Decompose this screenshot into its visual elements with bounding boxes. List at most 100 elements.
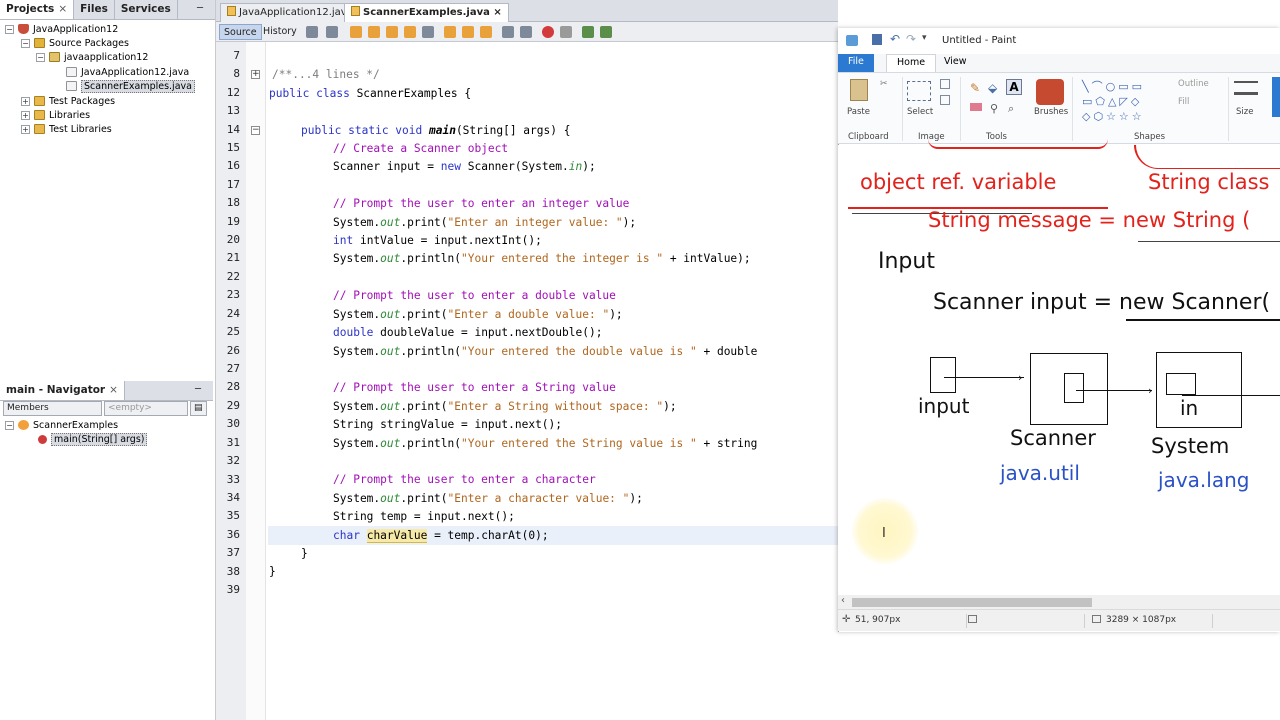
tab-file[interactable]: File bbox=[838, 54, 874, 72]
brushes-icon[interactable] bbox=[1036, 79, 1064, 105]
source-button[interactable]: Source bbox=[219, 24, 262, 40]
code-line[interactable]: // Prompt the user to enter a String val… bbox=[333, 379, 616, 397]
tree-item-test-packages[interactable]: + Test Packages bbox=[21, 94, 115, 108]
navigator-filter-select[interactable]: Members bbox=[3, 401, 102, 416]
next-bookmark-icon[interactable] bbox=[462, 26, 474, 38]
code-line[interactable]: // Prompt the user to enter an integer v… bbox=[333, 195, 629, 213]
collapse-icon[interactable]: − bbox=[21, 38, 30, 48]
code-line[interactable]: double doubleValue = input.nextDouble(); bbox=[333, 324, 602, 342]
code-line[interactable]: public static void main(String[] args) { bbox=[301, 122, 570, 140]
toggle-bookmark-icon[interactable] bbox=[480, 26, 492, 38]
tab-files[interactable]: Files bbox=[74, 0, 115, 19]
scrollbar-thumb[interactable] bbox=[852, 598, 1092, 607]
code-line[interactable]: System.out.println("Your entered the dou… bbox=[333, 343, 757, 361]
code-line[interactable]: System.out.print("Enter a double value: … bbox=[333, 306, 623, 324]
pencil-icon[interactable]: ✎ bbox=[970, 81, 980, 95]
magnifier-icon[interactable]: ⌕ bbox=[1008, 102, 1014, 116]
size-button[interactable]: Size bbox=[1236, 107, 1253, 117]
code-line[interactable]: } bbox=[269, 563, 276, 581]
expand-icon[interactable]: + bbox=[21, 124, 30, 134]
code-line[interactable]: // Prompt the user to enter a character bbox=[333, 471, 596, 489]
collapse-fold-icon[interactable]: − bbox=[251, 126, 260, 135]
collapse-icon[interactable]: − bbox=[36, 52, 45, 62]
tab-services[interactable]: Services bbox=[115, 0, 178, 19]
fill-button[interactable]: Fill bbox=[1178, 97, 1189, 107]
cut-icon[interactable]: ✂ bbox=[880, 79, 888, 89]
navigator-empty-select[interactable]: <empty> bbox=[104, 401, 188, 416]
undo-icon[interactable]: ↶ bbox=[890, 32, 900, 46]
shift-left-icon[interactable] bbox=[502, 26, 514, 38]
uncomment-icon[interactable] bbox=[600, 26, 612, 38]
crop-icon[interactable] bbox=[940, 79, 950, 89]
comment-icon[interactable] bbox=[582, 26, 594, 38]
color-swatch-icon[interactable] bbox=[1272, 77, 1280, 117]
select-button[interactable]: Select bbox=[907, 107, 933, 117]
save-icon[interactable] bbox=[872, 34, 882, 45]
collapse-icon[interactable]: − bbox=[5, 24, 14, 34]
history-button[interactable]: History bbox=[259, 24, 301, 40]
code-line[interactable]: Scanner input = new Scanner(System.in); bbox=[333, 158, 596, 176]
tree-item-project[interactable]: − JavaApplication12 bbox=[5, 22, 118, 36]
panel-minimize-icon[interactable]: ─ bbox=[197, 3, 209, 14]
quick-access-dropdown-icon[interactable]: ▾ bbox=[922, 33, 927, 43]
eraser-icon[interactable] bbox=[970, 103, 982, 111]
navigator-options-icon[interactable]: ▤ bbox=[190, 401, 207, 416]
previous-bookmark-icon[interactable] bbox=[444, 26, 456, 38]
resize-icon[interactable] bbox=[940, 95, 950, 105]
panel-minimize-icon[interactable]: ─ bbox=[195, 384, 207, 395]
code-line[interactable]: } bbox=[301, 545, 308, 563]
tree-item-test-libraries[interactable]: + Test Libraries bbox=[21, 122, 112, 136]
code-line[interactable]: String temp = input.next(); bbox=[333, 508, 515, 526]
text-tool-icon[interactable]: A bbox=[1006, 79, 1022, 95]
redo-icon[interactable]: ↷ bbox=[906, 32, 916, 46]
color-picker-icon[interactable]: ⚲ bbox=[990, 102, 998, 115]
size-icon[interactable] bbox=[1234, 81, 1258, 95]
close-icon[interactable]: × bbox=[58, 3, 67, 15]
stop-macro-icon[interactable] bbox=[560, 26, 572, 38]
expand-icon[interactable]: + bbox=[21, 96, 30, 106]
collapse-icon[interactable]: − bbox=[5, 420, 14, 430]
tab-home[interactable]: Home bbox=[886, 54, 937, 72]
tab-view[interactable]: View bbox=[934, 54, 977, 72]
last-edit-icon[interactable] bbox=[306, 26, 318, 38]
code-line[interactable]: System.out.print("Enter a character valu… bbox=[333, 490, 643, 508]
find-next-icon[interactable] bbox=[386, 26, 398, 38]
clipboard-icon[interactable] bbox=[850, 79, 868, 101]
code-line[interactable]: System.out.print("Enter a String without… bbox=[333, 398, 677, 416]
code-line[interactable]: int intValue = input.nextInt(); bbox=[333, 232, 542, 250]
code-line[interactable]: public class ScannerExamples { bbox=[269, 85, 471, 103]
scroll-left-icon[interactable]: ‹ bbox=[841, 595, 845, 606]
tree-item-package[interactable]: − javaapplication12 bbox=[36, 50, 148, 64]
expand-icon[interactable]: + bbox=[21, 110, 30, 120]
select-icon[interactable] bbox=[907, 81, 931, 101]
code-line[interactable]: // Prompt the user to enter a double val… bbox=[333, 287, 616, 305]
shift-right-icon[interactable] bbox=[520, 26, 532, 38]
toggle-rect-icon[interactable] bbox=[422, 26, 434, 38]
navigator-item-class[interactable]: − ScannerExamples bbox=[5, 418, 118, 432]
back-icon[interactable] bbox=[326, 26, 338, 38]
tab-navigator[interactable]: main - Navigator × bbox=[0, 381, 125, 400]
find-previous-icon[interactable] bbox=[368, 26, 380, 38]
close-icon[interactable]: × bbox=[493, 7, 501, 18]
outline-button[interactable]: Outline bbox=[1178, 79, 1209, 89]
code-line[interactable]: System.out.println("Your entered the int… bbox=[333, 250, 751, 268]
code-line[interactable]: String stringValue = input.next(); bbox=[333, 416, 562, 434]
brushes-button[interactable]: Brushes bbox=[1034, 107, 1068, 117]
fill-bucket-icon[interactable]: ⬙ bbox=[988, 81, 997, 95]
code-line[interactable]: /**...4 lines */ bbox=[272, 66, 380, 84]
tab-projects[interactable]: Projects × bbox=[0, 0, 75, 19]
tree-item-source-packages[interactable]: − Source Packages bbox=[21, 36, 129, 50]
expand-fold-icon[interactable]: + bbox=[251, 70, 260, 79]
code-line[interactable]: System.out.print("Enter an integer value… bbox=[333, 214, 636, 232]
close-icon[interactable]: × bbox=[109, 384, 118, 396]
tree-item-file-javaapplication12[interactable]: JavaApplication12.java bbox=[66, 65, 189, 79]
shapes-gallery-icon[interactable]: ╲⌒○▭▭ ▭⬠△◸◇ ◇⬡☆☆☆ bbox=[1082, 79, 1158, 125]
editor-tab-scannerexamples[interactable]: ScannerExamples.java × bbox=[344, 3, 509, 22]
code-line[interactable]: char charValue = temp.charAt(0); bbox=[333, 527, 549, 545]
record-macro-icon[interactable] bbox=[542, 26, 554, 38]
tree-item-libraries[interactable]: + Libraries bbox=[21, 108, 90, 122]
navigator-item-main[interactable]: main(String[] args) bbox=[38, 432, 148, 446]
tree-item-file-scannerexamples[interactable]: ScannerExamples.java bbox=[66, 79, 195, 93]
toggle-highlight-icon[interactable] bbox=[404, 26, 416, 38]
paste-button[interactable]: Paste bbox=[847, 107, 870, 117]
